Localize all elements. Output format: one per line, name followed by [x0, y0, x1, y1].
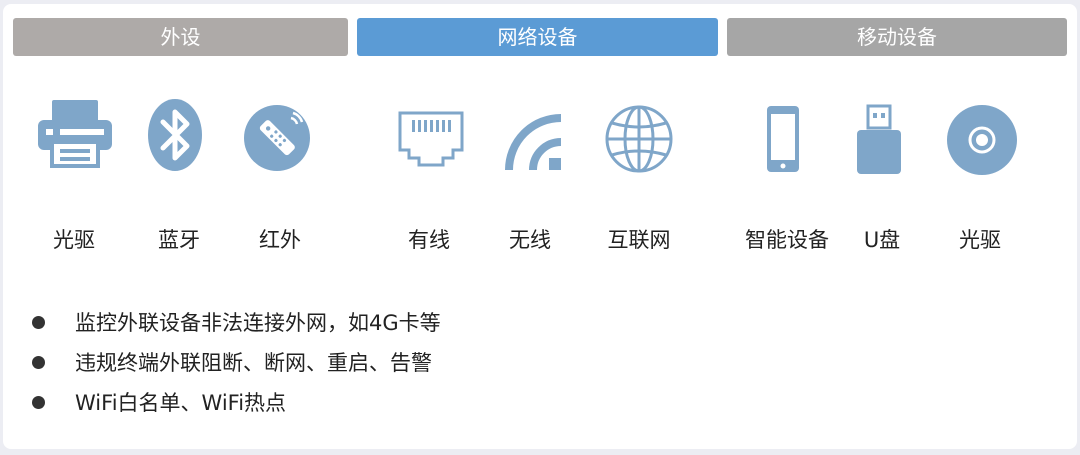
printer-icon: [36, 98, 114, 168]
bullet-dot: [32, 316, 45, 329]
globe-icon: [604, 104, 674, 174]
optical-disc-icon: [946, 104, 1018, 176]
smartphone-icon: [765, 104, 801, 174]
remote-control-icon: [243, 104, 311, 172]
bluetooth-icon: [147, 98, 203, 172]
list-item-text: WiFi白名单、WiFi热点: [75, 391, 287, 415]
tab-peripherals[interactable]: 外设: [13, 18, 348, 56]
label-optical-drive-mobile: 光驱: [959, 228, 1001, 252]
list-item-text: 违规终端外联阻断、断网、重启、告警: [75, 351, 432, 375]
wifi-icon: [499, 108, 565, 172]
tab-network-devices[interactable]: 网络设备: [357, 18, 718, 56]
label-optical-drive: 光驱: [53, 228, 95, 252]
label-infrared: 红外: [259, 228, 301, 252]
label-wireless: 无线: [509, 228, 551, 252]
tab-mobile-devices[interactable]: 移动设备: [727, 18, 1067, 56]
usb-drive-icon: [854, 104, 904, 176]
bullet-dot: [32, 396, 45, 409]
ethernet-port-icon: [397, 110, 465, 168]
bullet-dot: [32, 356, 45, 369]
label-internet: 互联网: [607, 228, 671, 252]
list-item-text: 监控外联设备非法连接外网，如4G卡等: [75, 311, 441, 335]
